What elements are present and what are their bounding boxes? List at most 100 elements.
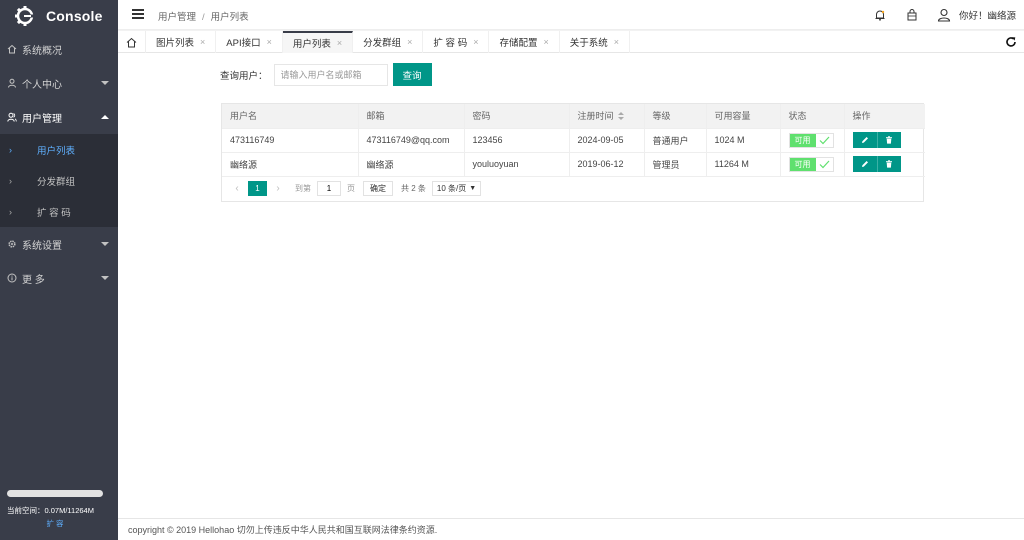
- refresh-icon[interactable]: [1004, 35, 1018, 49]
- tab-item[interactable]: 用户列表 ×: [282, 31, 354, 53]
- page-size-select[interactable]: 10 条/页 ▼: [431, 181, 482, 196]
- tab-label: 分发群组: [363, 38, 402, 49]
- sidebar-subitem-label: 分发群组: [37, 176, 76, 188]
- column-header: 用户名: [222, 104, 359, 129]
- sidebar-subitem-label: 用户列表: [37, 145, 76, 157]
- breadcrumb-current: 用户列表: [210, 12, 249, 23]
- cell-username: 473116749: [222, 128, 359, 153]
- bell-icon[interactable]: [871, 6, 889, 24]
- user-avatar-icon[interactable]: [935, 6, 953, 24]
- tab-label: 用户列表: [292, 39, 331, 50]
- sort-icon[interactable]: [617, 111, 624, 122]
- logo[interactable]: Console: [0, 0, 118, 32]
- total-count: 共 2 条: [401, 184, 426, 193]
- trash-icon: [886, 160, 892, 168]
- chevron-right-icon: ›: [9, 175, 12, 186]
- sidebar-item-groups[interactable]: › 分发群组: [0, 165, 118, 196]
- close-icon[interactable]: ×: [407, 37, 412, 47]
- sidebar-item-label: 系统概况: [22, 45, 62, 57]
- close-icon[interactable]: ×: [543, 37, 548, 47]
- delete-button[interactable]: [876, 132, 901, 148]
- sidebar-item-expansion-code[interactable]: › 扩 容 码: [0, 196, 118, 227]
- cell-password: 123456: [464, 128, 570, 153]
- sidebar-nav: 系统概况 个人中心 用户管理 › 用户列表 › 分发群组 › 扩 容 码 系统设…: [0, 32, 118, 295]
- chevron-down-icon: [101, 81, 109, 85]
- logo-icon: [15, 6, 34, 26]
- column-header: 等级: [644, 104, 707, 129]
- tab-list: 图片列表 × API接口 × 用户列表 × 分发群组 × 扩 容 码 × 存储配置 × 关于系统 ×: [146, 31, 631, 53]
- top-header: 用户管理 / 用户列表 你好！幽络源: [118, 0, 1024, 30]
- sidebar-item-user-list[interactable]: › 用户列表: [0, 134, 118, 165]
- check-icon[interactable]: [816, 158, 833, 171]
- tab-item[interactable]: API接口 ×: [216, 31, 283, 53]
- goto-page-input[interactable]: [317, 181, 341, 196]
- status-toggle[interactable]: 可用: [788, 156, 834, 172]
- breadcrumb-item[interactable]: 用户管理: [158, 12, 196, 23]
- tab-item[interactable]: 存储配置 ×: [489, 31, 560, 53]
- tab-item[interactable]: 分发群组 ×: [353, 31, 424, 53]
- page-unit-label: 页: [347, 184, 355, 193]
- close-icon[interactable]: ×: [614, 37, 619, 47]
- tab-item[interactable]: 图片列表 ×: [146, 31, 217, 53]
- edit-button[interactable]: [852, 132, 877, 148]
- home-tab-icon[interactable]: [118, 31, 146, 53]
- prev-page-icon[interactable]: ‹: [230, 183, 244, 194]
- trash-icon: [886, 136, 892, 144]
- chevron-right-icon: ›: [9, 206, 12, 217]
- search-input[interactable]: [273, 63, 388, 86]
- current-page-button[interactable]: 1: [248, 181, 267, 196]
- tab-item[interactable]: 关于系统 ×: [560, 31, 631, 53]
- column-header-sortable[interactable]: 注册时间: [569, 104, 645, 129]
- column-header: 邮箱: [358, 104, 465, 129]
- cell-actions: [844, 128, 925, 153]
- close-icon[interactable]: ×: [200, 37, 205, 47]
- next-page-icon[interactable]: ›: [271, 183, 285, 194]
- sidebar-item-profile[interactable]: 个人中心: [0, 66, 118, 100]
- column-header-label: 注册时间: [577, 111, 614, 122]
- sidebar: Console 系统概况 个人中心 用户管理 › 用户列表 › 分发群组 › 扩…: [0, 0, 118, 540]
- goto-confirm-button[interactable]: 确定: [363, 181, 393, 196]
- pencil-icon: [861, 161, 868, 167]
- status-toggle[interactable]: 可用: [788, 132, 834, 148]
- cell-status: 可用: [780, 128, 845, 153]
- sidebar-item-user-management[interactable]: 用户管理: [0, 100, 118, 134]
- copyright-text: copyright © 2019 Hellohao 切勿上传违反中华人民共和国互…: [128, 525, 438, 535]
- row-actions: [852, 156, 901, 172]
- sidebar-item-overview[interactable]: 系统概况: [0, 32, 118, 66]
- sidebar-item-label: 更 多: [22, 274, 45, 286]
- table-header-row: 用户名 邮箱 密码 注册时间 等级 可用容量 状态 操作: [222, 104, 925, 129]
- cell-capacity: 11264 M: [706, 152, 781, 177]
- sidebar-item-label: 个人中心: [22, 79, 62, 91]
- footer: copyright © 2019 Hellohao 切勿上传违反中华人民共和国互…: [118, 518, 1024, 540]
- sidebar-item-more[interactable]: 更 多: [0, 261, 118, 295]
- user-management-submenu: › 用户列表 › 分发群组 › 扩 容 码: [0, 134, 118, 227]
- tab-item[interactable]: 扩 容 码 ×: [423, 31, 490, 53]
- user-icon: [7, 78, 17, 88]
- user-greeting[interactable]: 你好！幽络源: [959, 8, 1016, 22]
- cell-username: 幽络源: [222, 152, 359, 177]
- edit-button[interactable]: [852, 156, 877, 172]
- chevron-down-icon: [101, 276, 109, 280]
- search-button[interactable]: 查询: [392, 63, 432, 86]
- storage-progress-bar: [7, 490, 103, 497]
- check-icon[interactable]: [816, 134, 833, 147]
- status-label[interactable]: 可用: [789, 133, 816, 147]
- menu-toggle-icon[interactable]: [132, 9, 144, 19]
- close-icon[interactable]: ×: [473, 37, 478, 47]
- column-header: 密码: [464, 104, 570, 129]
- status-label[interactable]: 可用: [789, 157, 816, 171]
- expand-storage-link[interactable]: 扩 容: [7, 518, 103, 529]
- cell-status: 可用: [780, 152, 845, 177]
- tab-label: 关于系统: [569, 38, 608, 49]
- users-icon: [7, 112, 17, 122]
- sidebar-item-settings[interactable]: 系统设置: [0, 227, 118, 261]
- delete-button[interactable]: [876, 156, 901, 172]
- chevron-down-icon: ▼: [469, 185, 477, 192]
- table-row: 473116749 473116749@qq.com 123456 2024-09-0…: [222, 128, 925, 153]
- cell-level: 管理员: [644, 152, 707, 177]
- cart-icon[interactable]: [903, 6, 921, 24]
- cell-registered: 2024-09-05: [569, 128, 645, 153]
- close-icon[interactable]: ×: [337, 38, 342, 48]
- close-icon[interactable]: ×: [267, 37, 272, 47]
- cell-level: 普通用户: [644, 128, 707, 153]
